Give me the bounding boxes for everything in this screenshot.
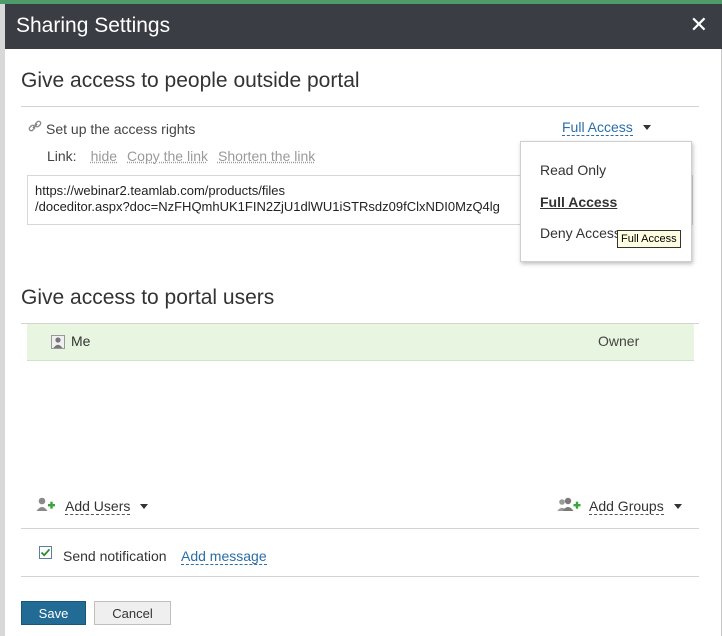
add-groups-label[interactable]: Add Groups (589, 498, 664, 515)
send-notification-label: Send notification (63, 548, 167, 564)
owner-role: Owner (598, 333, 640, 349)
menu-item-full-access[interactable]: Full Access (540, 194, 617, 210)
chevron-down-icon[interactable] (140, 504, 149, 509)
send-notification-checkbox[interactable] (39, 546, 52, 564)
close-icon[interactable]: ✕ (690, 12, 708, 38)
access-rights-dropdown[interactable]: Full Access (562, 119, 651, 136)
cancel-button[interactable]: Cancel (94, 601, 171, 625)
chevron-down-icon[interactable] (673, 504, 682, 509)
section-divider (21, 576, 699, 577)
hide-link[interactable]: hide (91, 148, 117, 164)
tooltip: Full Access (617, 230, 681, 248)
chevron-down-icon[interactable] (642, 125, 651, 130)
section-divider (21, 528, 699, 529)
link-icon (28, 119, 42, 138)
outside-portal-heading: Give access to people outside portal (21, 69, 360, 92)
link-actions-row: Link: hide Copy the link Shorten the lin… (47, 148, 315, 164)
owner-name: Me (71, 333, 91, 349)
add-user-icon[interactable] (36, 496, 55, 517)
add-users-label[interactable]: Add Users (65, 498, 131, 515)
menu-item-deny-access[interactable]: Deny Access (540, 225, 621, 241)
user-avatar-icon (51, 335, 65, 354)
add-users-dropdown[interactable]: Add Users (36, 496, 149, 517)
menu-item-read-only[interactable]: Read Only (540, 162, 606, 178)
dialog-titlebar: Sharing Settings ✕ (5, 4, 722, 49)
dialog-title: Sharing Settings (16, 14, 171, 37)
portal-users-heading: Give access to portal users (21, 286, 275, 309)
add-groups-dropdown[interactable]: Add Groups (557, 496, 682, 517)
section-divider (21, 106, 699, 107)
access-rights-value[interactable]: Full Access (562, 119, 633, 136)
sharing-dialog: Give access to people outside portal Set… (5, 49, 722, 636)
shorten-link[interactable]: Shorten the link (218, 148, 315, 164)
add-group-icon[interactable] (557, 496, 581, 517)
link-label: Link: (47, 148, 77, 164)
copy-link[interactable]: Copy the link (127, 148, 208, 164)
access-rights-label: Set up the access rights (46, 120, 196, 137)
add-message-link[interactable]: Add message (181, 548, 267, 565)
save-button[interactable]: Save (21, 601, 86, 625)
access-rights-row: Set up the access rights (28, 119, 195, 138)
table-row: Me Owner (27, 324, 694, 361)
checkbox-checked-icon[interactable] (39, 546, 52, 559)
